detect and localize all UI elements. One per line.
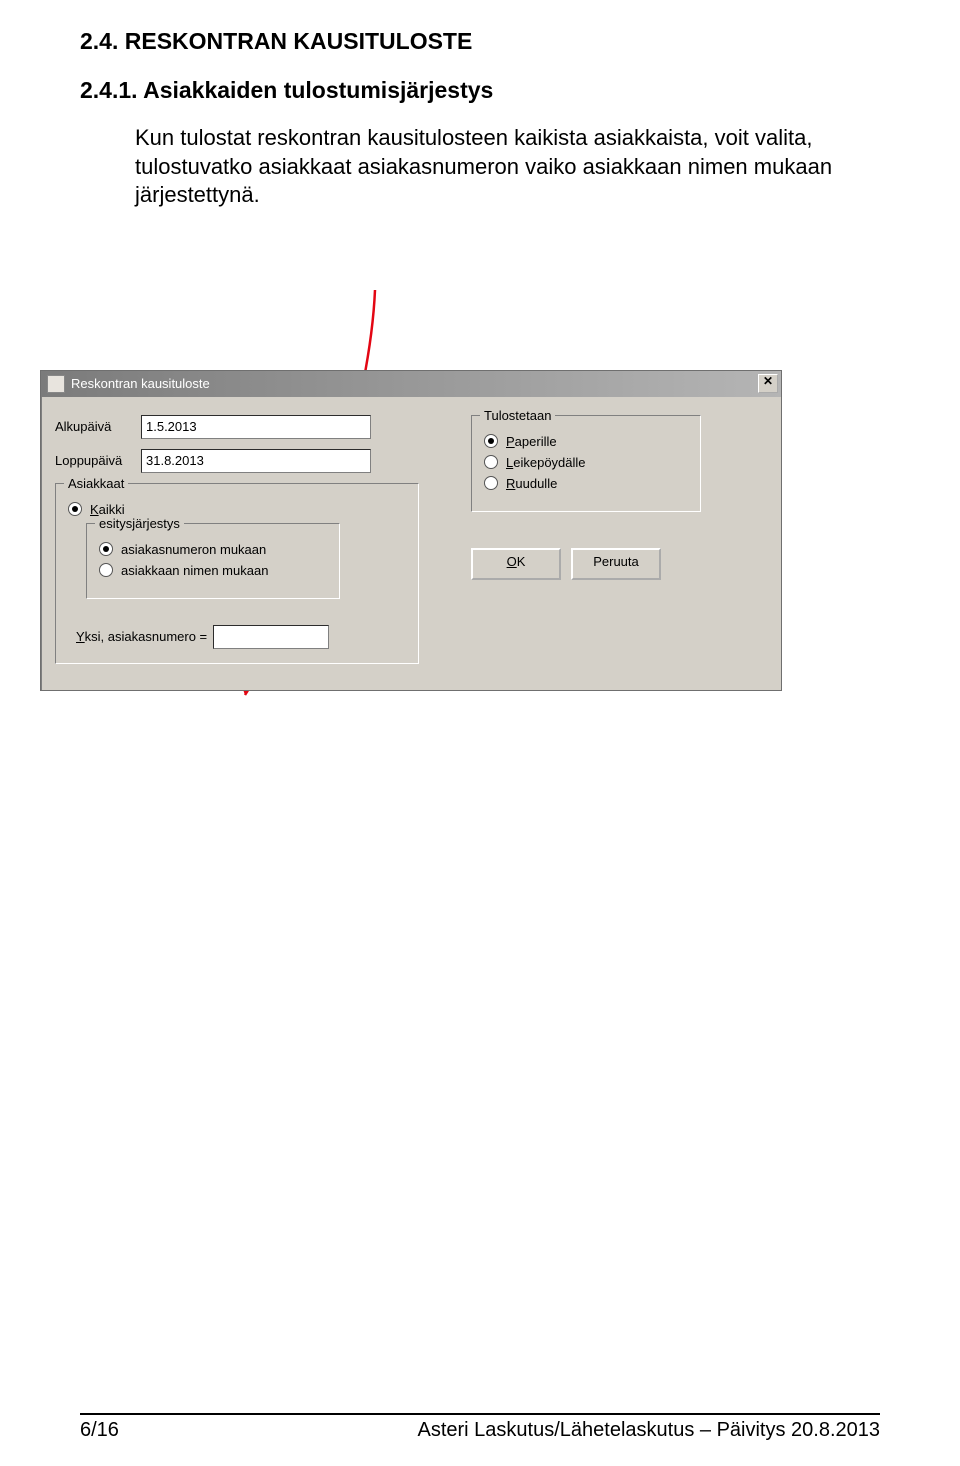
radio-ruudulle[interactable]: Ruudulle: [484, 476, 690, 491]
loppupaiva-input[interactable]: [141, 449, 371, 473]
radio-opt2-label: asiakkaan nimen mukaan: [121, 563, 268, 578]
page-footer: 6/16 Asteri Laskutus/Lähetelaskutus – Pä…: [80, 1413, 880, 1442]
radio-opt1-label: asiakasnumeron mukaan: [121, 542, 266, 557]
esitysjarjestys-group: esitysjärjestys asiakasnumeron mukaan as…: [86, 523, 340, 599]
page-number: 6/16: [80, 1419, 119, 1442]
asiakkaat-group: Asiakkaat Kaikki esitysjärjestys asiakas…: [55, 483, 419, 664]
alkupaiva-label: Alkupäivä: [55, 419, 141, 434]
radio-dot-icon: [484, 434, 498, 448]
window-icon: [47, 375, 65, 393]
radio-paperille[interactable]: Paperille: [484, 434, 690, 449]
radio-ruudulle-label: Ruudulle: [506, 476, 557, 491]
dialog-window: Reskontran kausituloste ✕ Alkupäivä Lopp…: [40, 370, 782, 691]
dialog-title: Reskontran kausituloste: [71, 376, 210, 391]
radio-leikepoydalle[interactable]: Leikepöydälle: [484, 455, 690, 470]
radio-dot-icon: [484, 476, 498, 490]
paragraph-text: Kun tulostat reskontran kausitulosteen k…: [135, 124, 880, 210]
radio-dot-icon: [99, 542, 113, 556]
cancel-button[interactable]: Peruuta: [571, 548, 661, 580]
radio-paperille-label: Paperille: [506, 434, 557, 449]
radio-yksi-asiakas[interactable]: Yksi, asiakasnumero =: [68, 625, 408, 649]
tulostetaan-group: Tulostetaan Paperille Leikepöydälle Ruud…: [471, 415, 701, 512]
radio-kaikki-label: Kaikki: [90, 502, 125, 517]
radio-leikepoydalle-label: Leikepöydälle: [506, 455, 586, 470]
tulostetaan-legend: Tulostetaan: [480, 408, 555, 423]
ok-button[interactable]: OK: [471, 548, 561, 580]
asiakkaat-legend: Asiakkaat: [64, 476, 128, 491]
footer-text: Asteri Laskutus/Lähetelaskutus – Päivity…: [418, 1419, 881, 1442]
section-heading: 2.4. RESKONTRAN KAUSITULOSTE: [80, 28, 880, 55]
alkupaiva-input[interactable]: [141, 415, 371, 439]
subsection-heading: 2.4.1. Asiakkaiden tulostumisjärjestys: [80, 77, 880, 104]
radio-asiakkaan-nimi-mukaan[interactable]: asiakkaan nimen mukaan: [99, 563, 329, 578]
asiakasnumero-input[interactable]: [213, 625, 329, 649]
yksi-label: Yksi, asiakasnumero =: [76, 629, 207, 644]
radio-kaikki[interactable]: Kaikki: [68, 502, 408, 517]
radio-dot-icon: [99, 563, 113, 577]
radio-dot-icon: [484, 455, 498, 469]
esitys-legend: esitysjärjestys: [95, 516, 184, 531]
radio-asiakasnumero-mukaan[interactable]: asiakasnumeron mukaan: [99, 542, 329, 557]
radio-dot-icon: [68, 502, 82, 516]
dialog-titlebar: Reskontran kausituloste ✕: [41, 371, 781, 397]
loppupaiva-label: Loppupäivä: [55, 453, 141, 468]
close-button[interactable]: ✕: [758, 374, 778, 393]
